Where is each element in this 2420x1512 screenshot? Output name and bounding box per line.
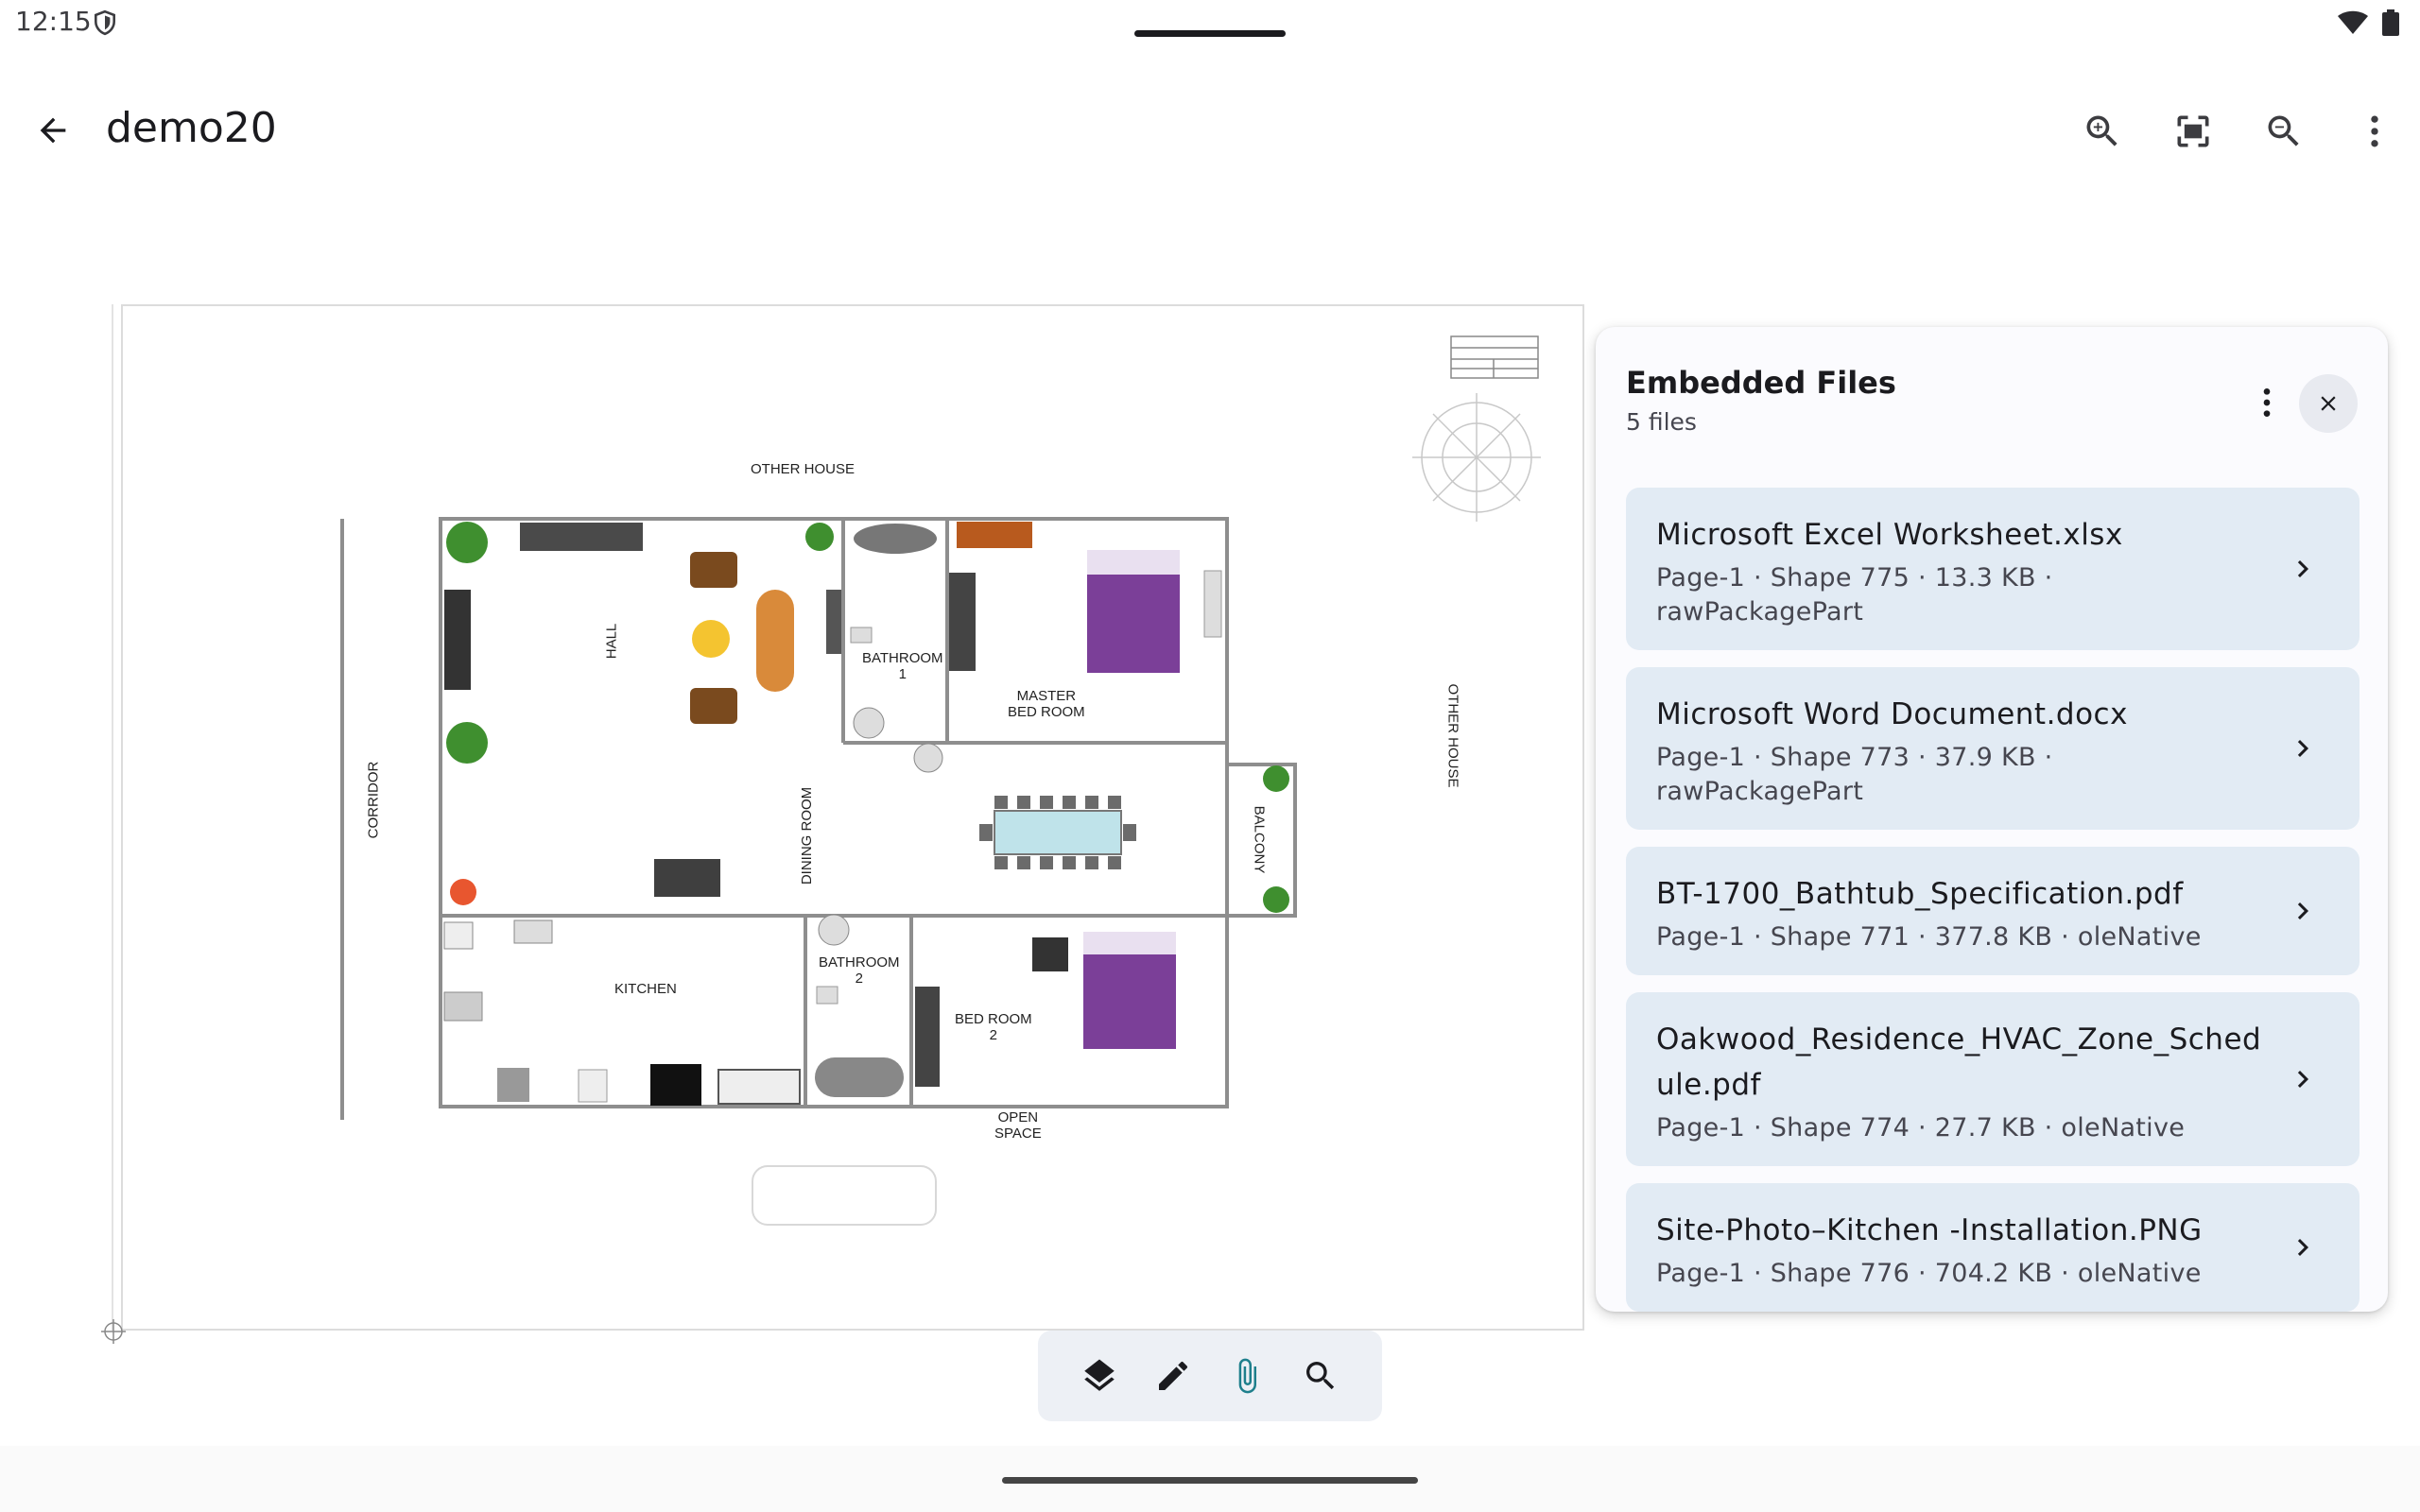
label-dining-room: DINING ROOM [799, 786, 816, 885]
dining-furniture [979, 765, 1289, 913]
file-list: Microsoft Excel Worksheet.xlsx Page-1 · … [1626, 488, 2360, 1329]
label-corridor: CORRIDOR [365, 761, 382, 839]
file-name: Microsoft Excel Worksheet.xlsx [1656, 518, 2123, 552]
chevron-right-icon [2297, 740, 2308, 757]
panel-file-count: 5 files [1626, 408, 1697, 436]
zoom-in-button[interactable] [2057, 98, 2148, 164]
app-bar: demo20 [0, 85, 2420, 170]
back-button[interactable] [25, 102, 81, 159]
car-outline [752, 1165, 937, 1226]
status-time: 12:15 [15, 6, 92, 37]
panel-title: Embedded Files [1626, 365, 1896, 401]
zoom-in-icon [2086, 115, 2118, 146]
file-meta: Page-1 · Shape 774 · 27.7 KB · oleNative [1656, 1113, 2186, 1143]
label-balcony: BALCONY [1251, 805, 1268, 874]
file-name: Site-Photo–Kitchen -Installation.PNG [1656, 1213, 2203, 1247]
label-bedroom-2: BED ROOM 2 [955, 1011, 1032, 1043]
bottom-toolbar [1038, 1331, 1382, 1421]
drawing-canvas[interactable]: OTHER HOUSE OTHER HOUSE HALL CORRIDOR BA… [121, 304, 1584, 1331]
bathroom-2-fixtures [815, 914, 904, 1097]
zoom-out-icon [2268, 115, 2299, 146]
embedded-files-panel: Embedded Files 5 files Microsoft Excel W… [1596, 327, 2388, 1312]
chevron-right-icon [2297, 1239, 2308, 1256]
fit-screen-button[interactable] [2148, 98, 2238, 164]
file-item[interactable]: Microsoft Excel Worksheet.xlsx Page-1 · … [1626, 488, 2360, 650]
label-bathroom-2: BATHROOM 2 [819, 954, 900, 987]
fit-screen-icon [2177, 115, 2209, 147]
panel-close-button[interactable] [2299, 374, 2358, 433]
bedroom-2-furniture [915, 932, 1176, 1087]
file-meta: Page-1 · Shape 775 · 13.3 KB · rawPackag… [1656, 563, 2053, 627]
more-vert-icon [2371, 115, 2378, 147]
floor-plan [340, 335, 1541, 1226]
shield-icon [95, 9, 115, 36]
wifi-icon [2338, 10, 2368, 34]
label-kitchen: KITCHEN [614, 981, 677, 997]
master-bedroom-furniture [949, 522, 1222, 673]
compass-icon [1412, 393, 1541, 522]
corridor-wall [340, 519, 344, 1120]
zoom-out-button[interactable] [2238, 98, 2329, 164]
edit-pencil-icon [1159, 1361, 1188, 1390]
kitchen-fixtures [443, 919, 801, 1106]
search-button[interactable] [1290, 1346, 1351, 1406]
hall-furniture [444, 522, 834, 905]
canvas-edge-line [112, 304, 113, 1331]
more-vert-icon [2263, 388, 2271, 417]
gesture-handle-bottom[interactable] [1002, 1477, 1418, 1484]
chevron-right-icon [2297, 902, 2308, 919]
file-name: Microsoft Word Document.docx [1656, 697, 2128, 731]
label-open-space: OPEN SPACE [994, 1109, 1042, 1142]
label-bathroom-1: BATHROOM 1 [862, 650, 943, 682]
edit-button[interactable] [1143, 1346, 1203, 1406]
search-icon [1306, 1362, 1335, 1390]
file-meta: Page-1 · Shape 773 · 37.9 KB · rawPackag… [1656, 743, 2053, 806]
panel-more-button[interactable] [2238, 374, 2295, 431]
label-other-house-right: OTHER HOUSE [1444, 683, 1461, 788]
chevron-right-icon [2297, 560, 2308, 577]
label-hall: HALL [603, 623, 620, 660]
gesture-handle-top[interactable] [1134, 30, 1286, 37]
close-icon [2321, 396, 2336, 411]
label-master-bedroom: MASTER BED ROOM [1008, 688, 1085, 720]
file-name: BT-1700_Bathtub_Specification.pdf [1656, 877, 2184, 911]
chevron-right-icon [2297, 1071, 2308, 1088]
file-item[interactable]: Oakwood_Residence_HVAC_Zone_Schedule.pdf… [1626, 992, 2360, 1166]
file-item[interactable]: Site-Photo–Kitchen -Installation.PNG Pag… [1626, 1183, 2360, 1312]
attachment-icon [1238, 1358, 1256, 1394]
back-arrow-icon [40, 117, 66, 144]
layers-icon [1084, 1359, 1115, 1391]
layers-button[interactable] [1069, 1346, 1130, 1406]
attachments-button[interactable] [1217, 1346, 1277, 1406]
status-bar: 12:15 [0, 0, 2420, 45]
file-meta: Page-1 · Shape 776 · 704.2 KB · oleNativ… [1656, 1259, 2202, 1288]
battery-icon [2382, 9, 2399, 36]
document-title: demo20 [106, 104, 277, 152]
file-item[interactable]: Microsoft Word Document.docx Page-1 · Sh… [1626, 667, 2360, 830]
crosshair-icon [101, 1319, 126, 1344]
title-block [1450, 335, 1539, 379]
label-other-house-top: OTHER HOUSE [751, 461, 856, 477]
more-options-button[interactable] [2329, 98, 2420, 164]
file-item[interactable]: BT-1700_Bathtub_Specification.pdf Page-1… [1626, 847, 2360, 975]
file-name: Oakwood_Residence_HVAC_Zone_Schedule.pdf [1656, 1022, 2262, 1102]
file-meta: Page-1 · Shape 771 · 377.8 KB · oleNativ… [1656, 922, 2202, 952]
